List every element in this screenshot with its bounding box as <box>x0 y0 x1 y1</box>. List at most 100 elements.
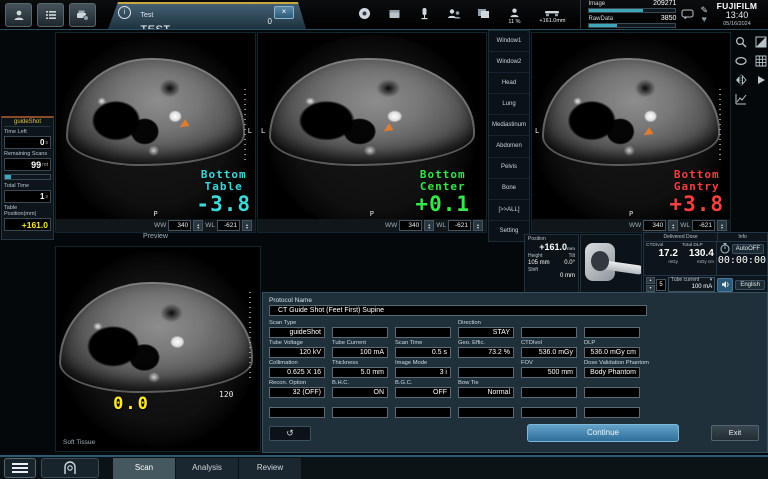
injector-button[interactable] <box>414 7 434 20</box>
scan-time-input[interactable]: 0.5 s <box>395 347 451 358</box>
stepper-down-icon[interactable]: ▾ <box>646 285 655 292</box>
scan-mode-title: guideShot <box>4 119 51 127</box>
preset-abdomen[interactable]: Abdomen <box>489 136 529 158</box>
storage-button[interactable] <box>384 7 404 20</box>
ww-spinner[interactable]: ▴ ▾ <box>193 220 204 231</box>
language-button[interactable]: English <box>735 279 765 290</box>
ww-spinner[interactable]: ▴ ▾ <box>668 220 679 231</box>
status-icon-row: 11 % +161.0mm <box>354 4 570 25</box>
gantry-monitor-button[interactable] <box>41 458 99 478</box>
center-offset-overlay: Bottom Center +0.1 <box>415 167 470 216</box>
preset-all[interactable]: [>>ALL] <box>489 200 529 221</box>
disc-button[interactable] <box>354 7 374 20</box>
auto-off-button[interactable]: AutoOFF <box>731 243 765 254</box>
patient-button[interactable] <box>5 2 32 27</box>
dose-phantom-input[interactable]: Body Phantom <box>584 367 640 378</box>
ww-value[interactable]: 340 <box>643 220 667 231</box>
zoom-icon[interactable] <box>735 36 747 48</box>
patient-icon <box>14 10 23 20</box>
tube-current-value: 100 mA <box>691 283 713 290</box>
geo-effic-input[interactable]: 73.2 % <box>458 347 514 358</box>
preset-bone[interactable]: Bone <box>489 179 529 200</box>
transfer-button[interactable] <box>444 7 464 20</box>
tube-current-input[interactable]: 100 mA <box>332 347 388 358</box>
menu-button[interactable] <box>4 458 36 478</box>
bow-tie-input[interactable]: Normal <box>458 387 514 398</box>
bgc-input[interactable]: OFF <box>395 387 451 398</box>
scan-count-stepper[interactable]: ▴ ▾ 5 <box>646 277 666 292</box>
ct-console-screen: i Test TEST 0 × <box>0 0 768 479</box>
voice-button[interactable] <box>717 277 734 292</box>
preset-pelvis[interactable]: Pelvis <box>489 158 529 179</box>
preset-setting[interactable]: Setting <box>489 221 529 241</box>
preset-window1[interactable]: Window1 <box>489 31 529 53</box>
fov-input[interactable]: 500 mm <box>521 367 577 378</box>
undo-button[interactable]: ↺ <box>269 425 311 441</box>
ctdi-input[interactable]: 536.0 mGy <box>521 347 577 358</box>
stopwatch-icon <box>720 243 730 254</box>
histogram-icon[interactable] <box>735 93 747 105</box>
window-preset-menu: Window1 Window2 Head Lung Mediastinum Ab… <box>488 30 530 242</box>
tube-usage-indicator[interactable]: 11 % <box>504 7 524 25</box>
viewport-soft-tissue[interactable]: 120 0.0 Soft Tissue <box>55 246 261 452</box>
orientation-posterior: P <box>153 210 158 218</box>
preset-window2[interactable]: Window2 <box>489 52 529 74</box>
table-position-indicator[interactable]: +161.0mm <box>534 7 570 24</box>
preset-head[interactable]: Head <box>489 73 529 95</box>
ellipse-roi-icon[interactable] <box>735 55 747 67</box>
protocol-field: FOV 500 mm <box>521 360 577 378</box>
ww-spinner[interactable]: ▴ ▾ <box>424 220 435 231</box>
image-mode-input[interactable]: 3 i <box>395 367 451 378</box>
collimation-input[interactable]: 0.625 X 16 <box>269 367 325 378</box>
wl-spinner[interactable]: ▴ ▾ <box>473 220 483 231</box>
play-icon[interactable] <box>755 74 767 86</box>
dlp-input[interactable]: 536.0 mGy cm <box>584 347 640 358</box>
tab-scan[interactable]: Scan <box>113 458 175 479</box>
viewport-bottom-table[interactable]: Bottom Table -3.8 L P WW 340 ▴ ▾ WL -621 … <box>55 32 256 233</box>
table-position-label: Table Position(mm) <box>4 205 37 217</box>
thickness-input[interactable]: 5.0 mm <box>332 367 388 378</box>
wl-value[interactable]: -621 <box>448 220 471 231</box>
preset-lung[interactable]: Lung <box>489 94 529 116</box>
tilt-value: 0.0° <box>564 260 575 266</box>
wl-spinner[interactable]: ▴ ▾ <box>242 220 252 231</box>
grid-icon[interactable] <box>755 55 767 67</box>
image-counter-bar <box>588 7 677 13</box>
wl-spinner[interactable]: ▴ ▾ <box>717 220 727 231</box>
message-button[interactable] <box>681 7 694 25</box>
wl-value[interactable]: -621 <box>692 220 715 231</box>
protocol-name-input[interactable]: CT Guide Shot (Feet First) Supine <box>269 305 647 316</box>
close-icon[interactable]: × <box>274 6 294 19</box>
patient-tab[interactable]: i Test TEST 0 × <box>108 2 306 29</box>
mirror-icon[interactable] <box>735 74 747 86</box>
protocol-field <box>332 320 388 338</box>
print-button[interactable] <box>69 2 96 27</box>
preview-label: Preview <box>143 233 168 240</box>
ww-value[interactable]: 340 <box>399 220 423 231</box>
tab-analysis[interactable]: Analysis <box>176 458 238 479</box>
scan-type-input[interactable]: guideShot <box>269 327 325 338</box>
stepper-up-icon[interactable]: ▴ <box>646 277 655 284</box>
tube-current-dropdown[interactable]: Tube current ▾ 100 mA <box>668 277 716 292</box>
ww-value[interactable]: 340 <box>168 220 192 231</box>
recon-option-input[interactable]: 32 (OFF) <box>269 387 325 398</box>
tube-voltage-input[interactable]: 120 kV <box>269 347 325 358</box>
film-button[interactable] <box>474 7 494 20</box>
preset-mediastinum[interactable]: Mediastinum <box>489 115 529 137</box>
viewport-bottom-center[interactable]: Bottom Center +0.1 L P WW 340 ▴ ▾ WL -621… <box>257 32 487 233</box>
protocol-field: Bow Tie Normal <box>458 380 514 398</box>
continue-button[interactable]: Continue <box>527 424 679 442</box>
tab-review[interactable]: Review <box>239 458 301 479</box>
ww-label: WW <box>628 222 642 229</box>
worklist-button[interactable] <box>37 2 64 27</box>
protocol-field <box>269 400 325 418</box>
direction-input[interactable]: STAY <box>458 327 514 338</box>
window-level-icon[interactable] <box>755 36 767 48</box>
protocol-field-grid: Scan Type guideShot Direction STAY Tube Vo… <box>269 320 761 418</box>
exit-button[interactable]: Exit <box>711 425 759 441</box>
bhc-input[interactable]: ON <box>332 387 388 398</box>
wl-value[interactable]: -621 <box>217 220 240 231</box>
chat-bubble-icon <box>681 9 694 20</box>
storage-box-icon <box>389 10 400 18</box>
viewport-bottom-gantry[interactable]: Bottom Gantry +3.8 L P WW 340 ▴ ▾ WL -621… <box>531 32 731 233</box>
